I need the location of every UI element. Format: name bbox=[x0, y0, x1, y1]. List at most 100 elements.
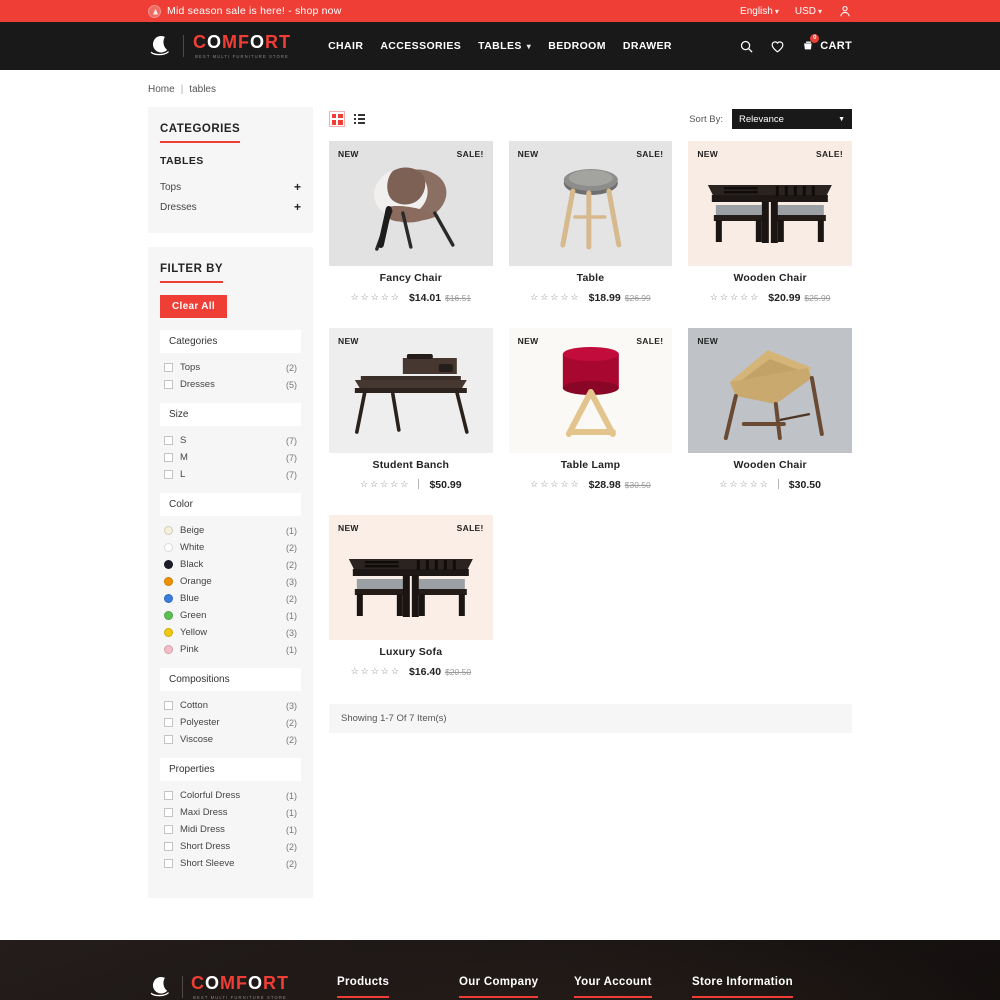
facet-option[interactable]: Black (2) bbox=[160, 556, 301, 573]
product-rating[interactable]: ☆ ☆ ☆ ☆ ☆ bbox=[351, 666, 399, 676]
product-badge-new: NEW bbox=[338, 336, 359, 346]
grid-view-button[interactable] bbox=[329, 111, 345, 127]
user-account-icon[interactable] bbox=[838, 4, 852, 18]
color-swatch-yellow[interactable] bbox=[164, 628, 173, 637]
facet-option[interactable]: Cotton (3) bbox=[160, 697, 301, 714]
color-swatch-green[interactable] bbox=[164, 611, 173, 620]
product-card[interactable]: NEW SALE! Table ☆ ☆ ☆ ☆ ☆ $18.99 $26.99 bbox=[508, 141, 673, 314]
product-card[interactable]: NEW SALE! Fancy Chair ☆ ☆ ☆ ☆ ☆ $14.01 $16.51 bbox=[329, 141, 493, 314]
facet-checkbox[interactable] bbox=[164, 859, 173, 868]
product-rating[interactable]: ☆ ☆ ☆ ☆ ☆ bbox=[530, 292, 578, 302]
facet-option[interactable]: M (7) bbox=[160, 449, 301, 466]
facet-checkbox[interactable] bbox=[164, 842, 173, 851]
footer-column-store-info: Store Information Furniture United State… bbox=[688, 974, 852, 1000]
facet-option[interactable]: Short Sleeve (2) bbox=[160, 855, 301, 872]
facet-checkbox[interactable] bbox=[164, 808, 173, 817]
category-item-tops[interactable]: Tops + bbox=[160, 177, 301, 197]
product-name[interactable]: Student Banch bbox=[335, 459, 487, 471]
facet-checkbox[interactable] bbox=[164, 718, 173, 727]
facet-option[interactable]: Short Dress (2) bbox=[160, 838, 301, 855]
product-card[interactable]: NEW Student Banch ☆ ☆ ☆ ☆ ☆ $50.99 bbox=[329, 328, 493, 501]
facet-group-title[interactable]: Color bbox=[160, 493, 301, 516]
product-image[interactable]: NEW SALE! bbox=[508, 328, 673, 453]
language-selector[interactable]: English ▾ bbox=[740, 6, 779, 17]
product-rating[interactable]: ☆ ☆ ☆ ☆ ☆ bbox=[360, 479, 408, 489]
product-card[interactable]: NEW SALE! Table Lamp ☆ ☆ ☆ ☆ ☆ $28.98 $30.50 bbox=[508, 328, 673, 501]
facet-option[interactable]: Dresses (5) bbox=[160, 376, 301, 393]
facet-option[interactable]: Blue (2) bbox=[160, 590, 301, 607]
product-image[interactable]: NEW bbox=[688, 328, 852, 453]
product-image[interactable]: NEW SALE! bbox=[329, 515, 493, 640]
product-name[interactable]: Table bbox=[515, 272, 667, 284]
color-swatch-beige[interactable] bbox=[164, 526, 173, 535]
search-icon[interactable] bbox=[739, 39, 754, 54]
facet-option[interactable]: S (7) bbox=[160, 432, 301, 449]
facet-checkbox[interactable] bbox=[164, 701, 173, 710]
footer-logo[interactable]: COMFORT BEST MULTI FURNITURE STORE bbox=[148, 974, 333, 1000]
list-view-button[interactable] bbox=[351, 111, 367, 127]
color-swatch-orange[interactable] bbox=[164, 577, 173, 586]
nav-item-tables[interactable]: TABLES ▾ bbox=[478, 40, 531, 52]
product-rating[interactable]: ☆ ☆ ☆ ☆ ☆ bbox=[530, 479, 578, 489]
nav-item-bedroom[interactable]: BEDROOM bbox=[548, 40, 606, 52]
product-rating[interactable]: ☆ ☆ ☆ ☆ ☆ bbox=[710, 292, 758, 302]
product-image[interactable]: NEW SALE! bbox=[329, 141, 493, 266]
facet-checkbox[interactable] bbox=[164, 380, 173, 389]
facet-option[interactable]: Midi Dress (1) bbox=[160, 821, 301, 838]
category-item-dresses[interactable]: Dresses + bbox=[160, 197, 301, 217]
nav-item-chair[interactable]: CHAIR bbox=[328, 40, 363, 52]
facet-checkbox[interactable] bbox=[164, 363, 173, 372]
facet-option[interactable]: Pink (1) bbox=[160, 641, 301, 658]
site-logo[interactable]: COMFORT BEST MULTI FURNITURE STORE bbox=[148, 33, 291, 59]
facet-option[interactable]: Maxi Dress (1) bbox=[160, 804, 301, 821]
facet-checkbox[interactable] bbox=[164, 791, 173, 800]
facet-option[interactable]: Tops (2) bbox=[160, 359, 301, 376]
facet-option[interactable]: Yellow (3) bbox=[160, 624, 301, 641]
facet-option[interactable]: Colorful Dress (1) bbox=[160, 787, 301, 804]
promo-message[interactable]: Mid season sale is here! - shop now bbox=[148, 4, 342, 18]
product-name[interactable]: Fancy Chair bbox=[335, 272, 487, 284]
facet-checkbox[interactable] bbox=[164, 436, 173, 445]
facet-group-title[interactable]: Properties bbox=[160, 758, 301, 781]
product-rating[interactable]: ☆ ☆ ☆ ☆ ☆ bbox=[351, 292, 399, 302]
product-image[interactable]: NEW SALE! bbox=[688, 141, 852, 266]
facet-checkbox[interactable] bbox=[164, 470, 173, 479]
currency-selector[interactable]: USD ▾ bbox=[795, 6, 822, 17]
facet-option[interactable]: L (7) bbox=[160, 466, 301, 483]
facet-checkbox[interactable] bbox=[164, 453, 173, 462]
facet-checkbox[interactable] bbox=[164, 825, 173, 834]
facet-group-title[interactable]: Categories bbox=[160, 330, 301, 353]
product-image[interactable]: NEW bbox=[329, 328, 493, 453]
product-name[interactable]: Wooden Chair bbox=[694, 272, 846, 284]
color-swatch-pink[interactable] bbox=[164, 645, 173, 654]
product-rating[interactable]: ☆ ☆ ☆ ☆ ☆ bbox=[719, 479, 767, 489]
product-card[interactable]: NEW SALE! Luxury Sofa ☆ ☆ ☆ ☆ ☆ $16.40 $20.50 bbox=[329, 515, 493, 688]
color-swatch-black[interactable] bbox=[164, 560, 173, 569]
expand-plus-icon[interactable]: + bbox=[294, 200, 301, 214]
nav-item-drawer[interactable]: DRAWER bbox=[623, 40, 672, 52]
facet-group-title[interactable]: Size bbox=[160, 403, 301, 426]
facet-option[interactable]: Polyester (2) bbox=[160, 714, 301, 731]
clear-all-button[interactable]: Clear All bbox=[160, 295, 227, 318]
product-name[interactable]: Luxury Sofa bbox=[335, 646, 487, 658]
facet-option[interactable]: White (2) bbox=[160, 539, 301, 556]
facet-checkbox[interactable] bbox=[164, 735, 173, 744]
product-name[interactable]: Table Lamp bbox=[515, 459, 667, 471]
sort-dropdown[interactable]: Relevance ▼ bbox=[732, 109, 852, 129]
color-swatch-white[interactable] bbox=[164, 543, 173, 552]
breadcrumb-home[interactable]: Home bbox=[148, 84, 175, 95]
product-name[interactable]: Wooden Chair bbox=[694, 459, 846, 471]
product-card[interactable]: NEW Wooden Chair ☆ ☆ ☆ ☆ ☆ $30.50 bbox=[688, 328, 852, 501]
color-swatch-blue[interactable] bbox=[164, 594, 173, 603]
product-image[interactable]: NEW SALE! bbox=[508, 141, 673, 266]
facet-option[interactable]: Orange (3) bbox=[160, 573, 301, 590]
nav-item-accessories[interactable]: ACCESSORIES bbox=[380, 40, 461, 52]
facet-option[interactable]: Viscose (2) bbox=[160, 731, 301, 748]
facet-option[interactable]: Green (1) bbox=[160, 607, 301, 624]
product-card[interactable]: NEW SALE! Wooden Chair ☆ ☆ ☆ ☆ ☆ $20.99 $25.99 bbox=[688, 141, 852, 314]
wishlist-heart-icon[interactable] bbox=[770, 39, 785, 54]
facet-option[interactable]: Beige (1) bbox=[160, 522, 301, 539]
expand-plus-icon[interactable]: + bbox=[294, 180, 301, 194]
cart-button[interactable]: 0 CART bbox=[801, 33, 852, 54]
facet-group-title[interactable]: Compositions bbox=[160, 668, 301, 691]
